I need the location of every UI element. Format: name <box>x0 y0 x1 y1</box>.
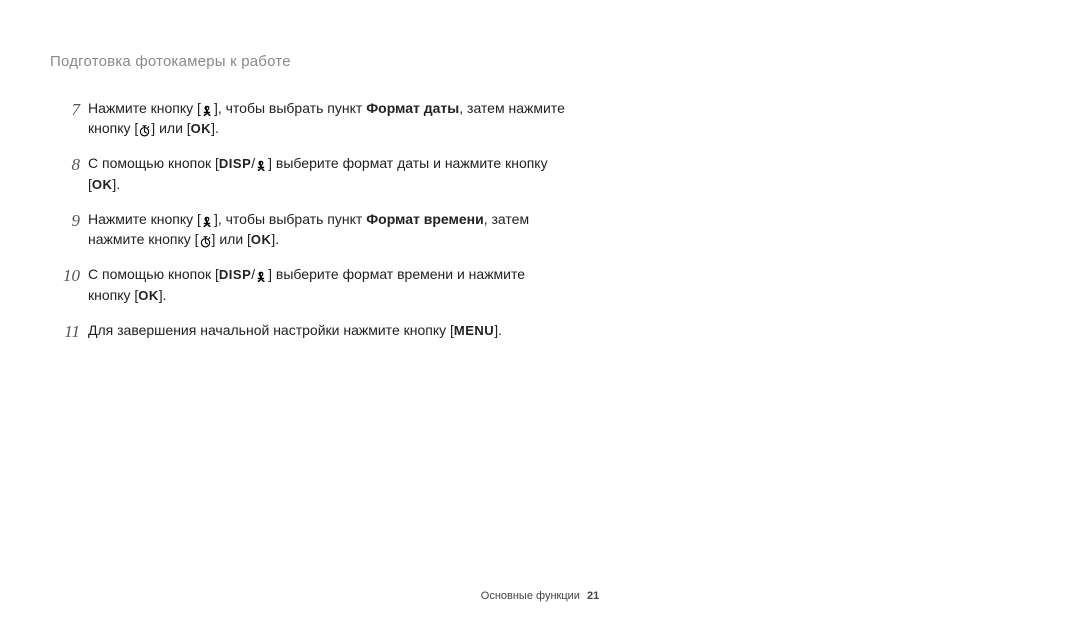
step-text: Формат даты <box>366 100 459 116</box>
page-footer: Основные функции 21 <box>0 590 1080 602</box>
page-root: Подготовка фотокамеры к работе 7Нажмите … <box>0 0 1080 630</box>
ok-icon: OK <box>191 120 212 136</box>
step-text: Формат времени <box>366 211 484 227</box>
disp-icon: DISP <box>219 155 251 171</box>
step-body: Нажмите кнопку [ ], чтобы выбрать пункт Ф… <box>88 98 570 139</box>
instruction-list: 7Нажмите кнопку [], чтобы выбрать пункт … <box>50 98 570 344</box>
macro-icon <box>201 211 214 227</box>
step-text: С помощью кнопок [ <box>88 155 219 171</box>
step-body: Нажмите кнопку [ ], чтобы выбрать пункт Ф… <box>88 209 570 250</box>
step-number: 8 <box>50 153 88 178</box>
step-text: Нажмите кнопку [ <box>88 211 201 227</box>
footer-section: Основные функции <box>481 590 580 602</box>
instruction-step: 8С помощью кнопок [DISP/] выберите форма… <box>50 153 570 195</box>
step-text: Для завершения начальной настройки нажми… <box>88 322 454 338</box>
step-text: ]. <box>211 120 219 136</box>
step-body: С помощью кнопок [DISP/] выберите формат… <box>88 264 570 306</box>
step-text: ]. <box>494 322 502 338</box>
menu-icon: MENU <box>454 322 494 338</box>
step-body: С помощью кнопок [DISP/] выберите формат… <box>88 153 570 195</box>
macro-icon <box>201 100 214 116</box>
instruction-step: 7Нажмите кнопку [ ], чтобы выбрать пункт … <box>50 98 570 139</box>
ok-icon: OK <box>92 176 113 192</box>
step-text: ], чтобы выбрать пункт <box>214 100 366 116</box>
ok-icon: OK <box>251 231 272 247</box>
step-number: 10 <box>50 264 88 289</box>
step-body: Для завершения начальной настройки нажми… <box>88 320 570 341</box>
step-text: ]. <box>159 287 167 303</box>
step-number: 9 <box>50 209 88 234</box>
instruction-step: 9Нажмите кнопку [ ], чтобы выбрать пункт … <box>50 209 570 250</box>
instruction-step: 10С помощью кнопок [DISP/] выберите форм… <box>50 264 570 306</box>
step-text: ]. <box>271 231 279 247</box>
ok-icon: OK <box>138 287 159 303</box>
disp-icon: DISP <box>219 266 251 282</box>
page-header: Подготовка фотокамеры к работе <box>50 53 1030 70</box>
step-text: Нажмите кнопку [ <box>88 100 201 116</box>
step-text: ], чтобы выбрать пункт <box>214 211 366 227</box>
step-text: ] или [ <box>151 120 190 136</box>
step-text: С помощью кнопок [ <box>88 266 219 282</box>
step-number: 11 <box>50 320 88 345</box>
macro-icon <box>255 155 268 171</box>
timer-icon <box>138 120 151 136</box>
macro-icon <box>255 266 268 282</box>
footer-page-number: 21 <box>587 590 599 602</box>
step-text: ] или [ <box>212 231 251 247</box>
step-number: 7 <box>50 98 88 123</box>
instruction-step: 11Для завершения начальной настройки наж… <box>50 320 570 345</box>
step-text: ]. <box>112 176 120 192</box>
timer-icon <box>199 231 212 247</box>
